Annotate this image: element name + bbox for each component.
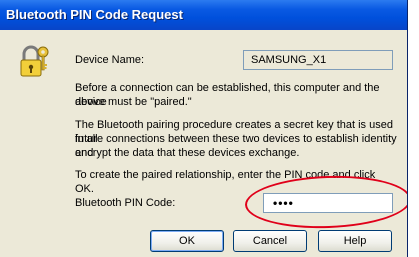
device-name-label: Device Name: xyxy=(75,54,145,66)
pin-request-dialog: Bluetooth PIN Code Request Device Name: … xyxy=(0,0,408,257)
cancel-button[interactable]: Cancel xyxy=(233,230,307,252)
device-name-field: SAMSUNG_X1 xyxy=(243,50,393,70)
ok-button[interactable]: OK xyxy=(150,230,224,252)
title-bar: Bluetooth PIN Code Request xyxy=(0,0,407,30)
key-lock-icon xyxy=(16,44,50,80)
para2-line3: encrypt the data that these devices exch… xyxy=(75,147,300,159)
pin-code-label: Bluetooth PIN Code: xyxy=(75,197,176,209)
para1-line2: above must be "paired." xyxy=(75,96,192,108)
help-button[interactable]: Help xyxy=(318,230,392,252)
